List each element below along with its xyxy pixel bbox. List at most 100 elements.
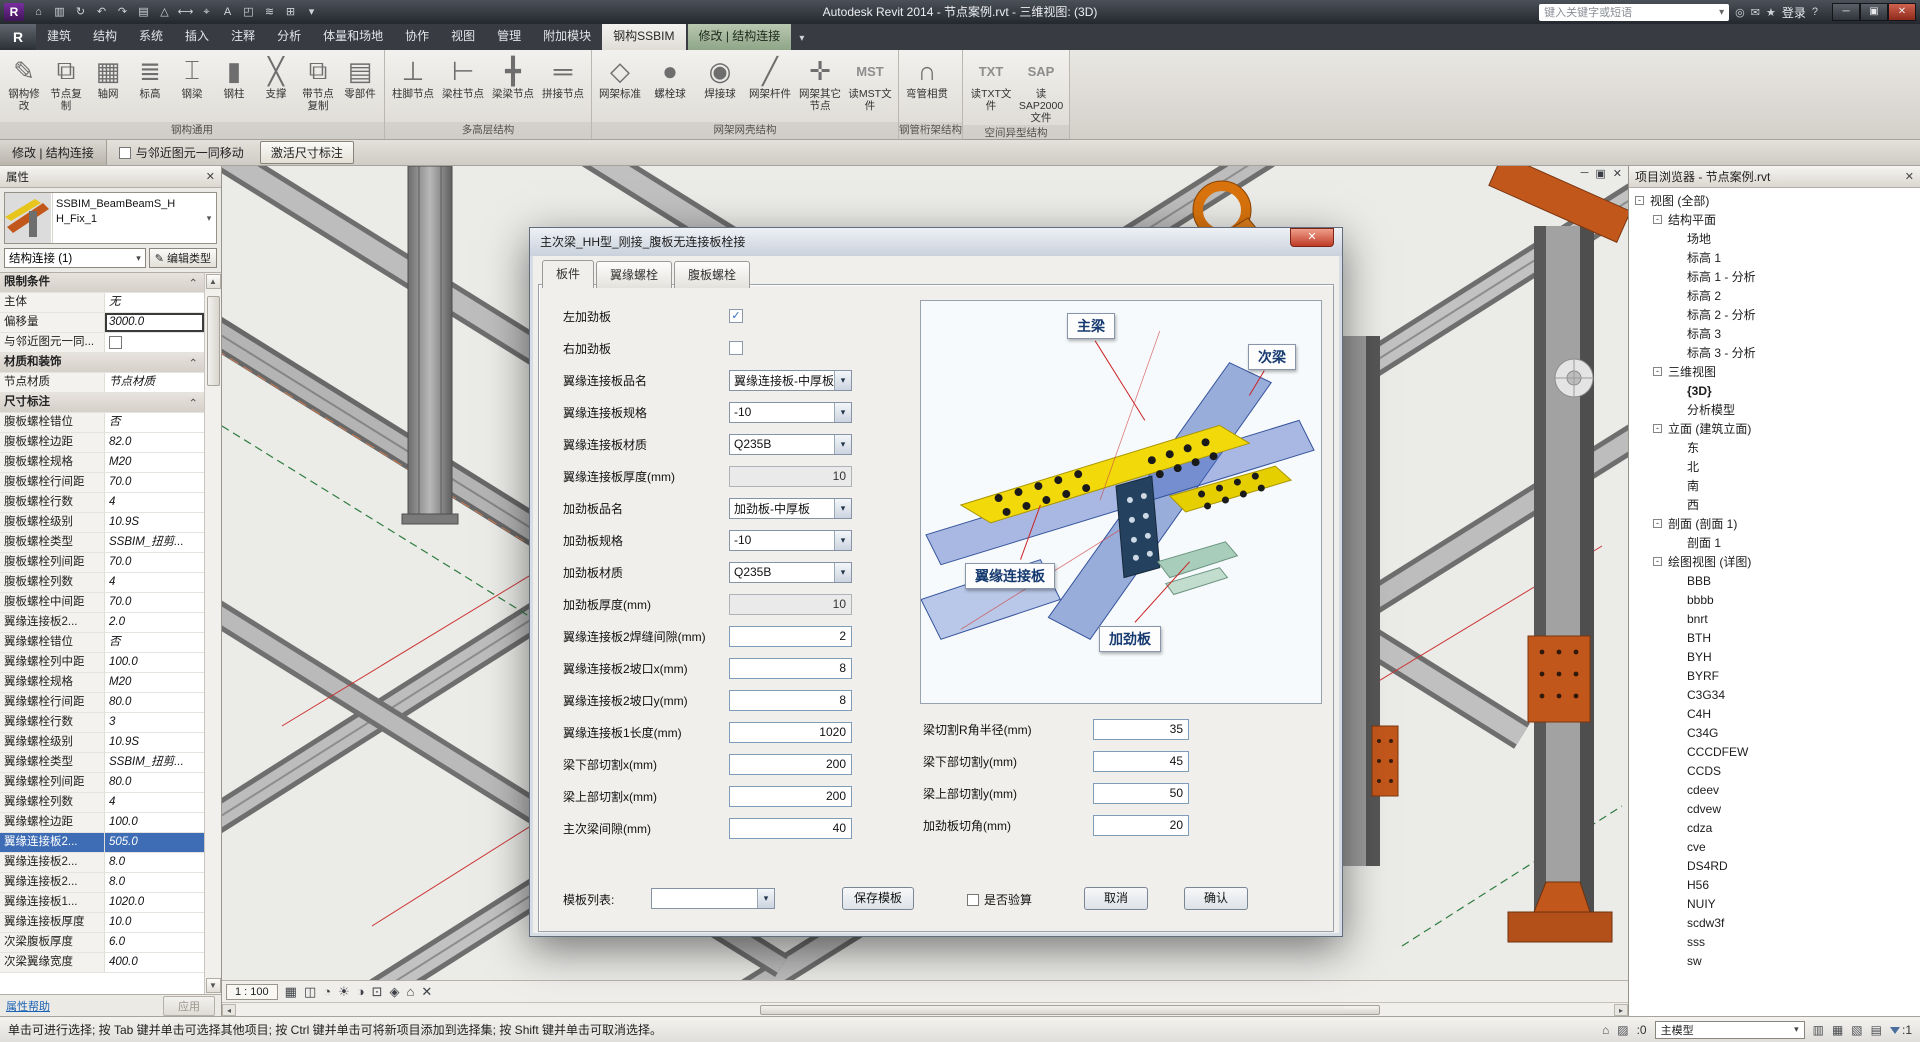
property-row[interactable]: 腹板螺栓类型 SSBIM_扭剪... [0,533,204,553]
property-value[interactable]: 8.0 [105,873,204,892]
tree-item[interactable]: 南 [1629,476,1920,495]
view-control-icon[interactable]: ◈ [390,984,400,1000]
ribbon-button[interactable]: ≣标高 [129,52,171,102]
expand-icon[interactable] [1672,443,1681,452]
move-with-nearby-checkbox[interactable]: 与邻近图元一同移动 [119,144,244,161]
property-row[interactable]: 限制条件 [0,273,204,293]
property-row[interactable]: 与邻近图元一同... [0,333,204,353]
property-row[interactable]: 腹板螺栓中间距 70.0 [0,593,204,613]
expand-icon[interactable] [1672,348,1681,357]
save-template-button[interactable]: 保存模板 [842,887,914,910]
verify-checkbox[interactable]: 是否验算 [967,891,1032,908]
scroll-right-icon[interactable]: ▸ [1614,1004,1628,1016]
property-value[interactable]: 10.0 [105,913,204,932]
tree-item[interactable]: cdza [1629,818,1920,837]
ribbon-button[interactable]: ▮钢柱 [213,52,255,102]
exclude-options-icon[interactable]: ▥ [1813,1023,1824,1037]
tree-item[interactable]: 标高 1 - 分析 [1629,267,1920,286]
tree-item[interactable]: scdw3f [1629,913,1920,932]
qat-icon[interactable]: ◰ [238,0,259,24]
field-control[interactable]: 45 [1093,751,1189,772]
field-control[interactable]: Q235B [729,562,852,583]
field-control[interactable]: -10 [729,530,852,551]
horizontal-scrollbar[interactable]: ◂ ▸ [222,1002,1628,1016]
property-value[interactable]: 100.0 [105,813,204,832]
property-value[interactable]: 3 [105,713,204,732]
ribbon-button[interactable]: ╳支撑 [255,52,297,102]
ribbon-button[interactable]: ⊥柱脚节点 [388,52,438,102]
scroll-down-icon[interactable]: ▼ [206,978,221,993]
tree-item[interactable]: C34G [1629,723,1920,742]
expand-icon[interactable] [1672,861,1681,870]
expand-icon[interactable] [1672,462,1681,471]
property-row[interactable]: 材质和装饰 [0,353,204,373]
press-drag-icon[interactable]: ▦ [1832,1023,1843,1037]
property-row[interactable]: 翼缘螺栓边距 100.0 [0,813,204,833]
property-value[interactable]: 505.0 [105,833,204,852]
tree-item[interactable]: 标高 2 [1629,286,1920,305]
tree-item[interactable]: sw [1629,951,1920,970]
property-value[interactable]: SSBIM_扭剪... [105,753,204,772]
qat-icon[interactable]: △ [154,0,175,24]
expand-icon[interactable] [1672,766,1681,775]
tree-item[interactable]: - 三维视图 [1629,362,1920,381]
qat-icon[interactable]: ↶ [91,0,112,24]
field-control[interactable]: 200 [729,786,852,807]
qat-icon[interactable]: ⌂ [28,0,49,24]
confirm-button[interactable]: 确认 [1184,887,1248,910]
expand-icon[interactable] [1672,253,1681,262]
property-value[interactable]: 100.0 [105,653,204,672]
tree-item[interactable]: H56 [1629,875,1920,894]
ribbon-button[interactable]: ⧉带节点复制 [297,52,339,114]
restore-button[interactable]: ▣ [1860,3,1888,21]
property-value[interactable]: 10.9S [105,733,204,752]
expand-icon[interactable] [1672,481,1681,490]
tree-item[interactable]: bbbb [1629,590,1920,609]
field-control[interactable]: 8 [729,658,852,679]
communication-icon[interactable]: ◎ [1735,6,1745,19]
expand-icon[interactable] [1672,386,1681,395]
expand-icon[interactable] [1672,690,1681,699]
apply-button[interactable]: 应用 [163,996,215,1016]
field-control[interactable] [729,306,852,327]
application-menu-button[interactable]: R [0,24,36,50]
property-value[interactable]: 10.9S [105,513,204,532]
field-control[interactable]: 200 [729,754,852,775]
property-value[interactable]: 无 [105,293,204,312]
field-control[interactable]: Q235B [729,434,852,455]
tree-item[interactable]: CCCDFEW [1629,742,1920,761]
tree-item[interactable]: - 结构平面 [1629,210,1920,229]
view-close-icon[interactable]: ✕ [1613,167,1622,180]
tree-item[interactable]: BTH [1629,628,1920,647]
mail-icon[interactable]: ✉ [1751,6,1760,19]
ribbon-button[interactable]: ∩弯管相贯 [902,52,952,102]
property-row[interactable]: 腹板螺栓行数 4 [0,493,204,513]
property-value[interactable]: 400.0 [105,953,204,972]
expand-icon[interactable] [1672,310,1681,319]
property-value[interactable]: 70.0 [105,473,204,492]
design-options-select[interactable]: 主模型 ▾ [1655,1021,1805,1039]
qat-icon[interactable]: ⊞ [280,0,301,24]
dialog-tab[interactable]: 翼缘螺栓 [596,261,672,288]
expand-icon[interactable] [1672,823,1681,832]
property-value[interactable]: 70.0 [105,553,204,572]
expand-icon[interactable] [1672,937,1681,946]
ribbon-button[interactable]: MST读MST文件 [845,52,895,114]
qat-icon[interactable]: ⌖ [196,0,217,24]
expand-icon[interactable] [1672,538,1681,547]
view-control-icon[interactable]: ☀ [338,984,350,1000]
property-row[interactable]: 尺寸标注 [0,393,204,413]
tree-item[interactable]: sss [1629,932,1920,951]
tree-item[interactable]: 西 [1629,495,1920,514]
property-value[interactable]: 4 [105,493,204,512]
property-value[interactable]: 节点材质 [105,373,204,392]
ribbon-tab[interactable]: 视图 [440,22,486,50]
property-row[interactable]: 翼缘螺栓级别 10.9S [0,733,204,753]
field-control[interactable]: 2 [729,626,852,647]
background-process-icon[interactable]: ▧ [1851,1023,1862,1037]
ribbon-tab[interactable]: 体量和场地 [312,22,394,50]
property-row[interactable]: 偏移量 3000.0 [0,313,204,333]
expand-icon[interactable]: - [1653,215,1662,224]
property-row[interactable]: 翼缘连接板厚度 10.0 [0,913,204,933]
qat-icon[interactable]: ▤ [133,0,154,24]
